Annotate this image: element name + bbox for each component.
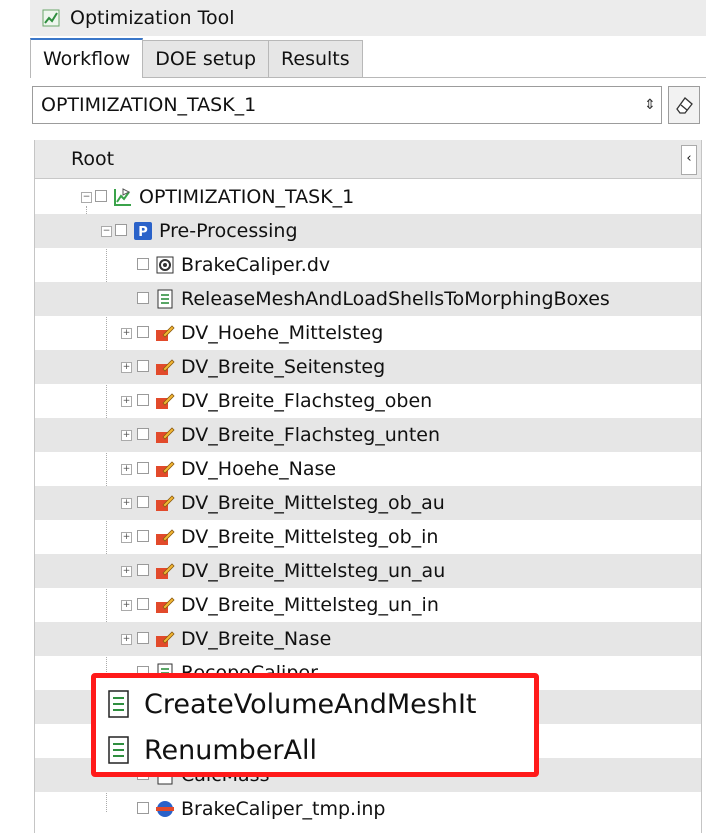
script-icon <box>108 736 129 764</box>
tree-item-label: DV_Breite_Mittelsteg_un_au <box>181 560 446 582</box>
design-variable-icon <box>156 529 175 545</box>
tree-item-design-variable[interactable]: + DV_Breite_Seitensteg <box>35 350 701 384</box>
callout-item-label: RenumberAll <box>144 734 318 766</box>
checkbox[interactable] <box>115 224 127 236</box>
checkbox[interactable] <box>137 530 149 542</box>
eraser-icon <box>676 97 693 114</box>
collapse-icon[interactable]: − <box>101 226 112 237</box>
tree-item-label: ReleaseMeshAndLoadShellsToMorphingBoxes <box>181 288 610 310</box>
collapse-panel-button[interactable]: ‹ <box>681 145 697 175</box>
tab-doe-setup[interactable]: DOE setup <box>142 40 270 77</box>
tree-item-label: OPTIMIZATION_TASK_1 <box>139 186 355 208</box>
script-icon <box>108 690 129 718</box>
checkbox[interactable] <box>137 462 149 474</box>
tree-header: Root ‹ <box>35 140 701 179</box>
checkbox[interactable] <box>137 428 149 440</box>
tree-header-label: Root <box>71 148 115 170</box>
tree-item-design-variable[interactable]: + DV_Hoehe_Mittelsteg <box>35 316 701 350</box>
checkbox[interactable] <box>137 394 149 406</box>
preprocessing-icon: P <box>134 222 152 240</box>
design-variable-icon <box>156 393 175 409</box>
tree-item-label: DV_Breite_Mittelsteg_ob_au <box>181 492 445 514</box>
tree-item-release-mesh-script[interactable]: ReleaseMeshAndLoadShellsToMorphingBoxes <box>35 282 701 316</box>
tree-item-dv-file[interactable]: BrakeCaliper.dv <box>35 248 701 282</box>
tree-item-design-variable[interactable]: + DV_Hoehe_Nase <box>35 452 701 486</box>
design-variable-icon <box>156 461 175 477</box>
tab-workflow[interactable]: Workflow <box>30 38 144 78</box>
expand-icon[interactable]: + <box>121 430 132 441</box>
collapse-icon[interactable]: − <box>81 192 92 203</box>
design-variable-icon <box>156 563 175 579</box>
expand-icon[interactable]: + <box>121 328 132 339</box>
tree-item-pre-processing[interactable]: − P Pre-Processing <box>35 214 701 248</box>
tree-item-label: DV_Breite_Nase <box>181 628 332 650</box>
checkbox[interactable] <box>137 360 149 372</box>
callout-item-create-volume[interactable]: CreateVolumeAndMeshIt <box>106 682 477 726</box>
optimization-tool-icon <box>42 9 60 27</box>
tree-item-label: BrakeCaliper_tmp.inp <box>181 798 386 820</box>
tree-item-design-variable[interactable]: + DV_Breite_Flachsteg_unten <box>35 418 701 452</box>
checkbox[interactable] <box>137 632 149 644</box>
tree-item-label: DV_Breite_Flachsteg_unten <box>181 424 441 446</box>
tree-item-design-variable[interactable]: + DV_Breite_Nase <box>35 622 701 656</box>
window-titlebar: Optimization Tool <box>30 0 706 36</box>
checkbox[interactable] <box>137 496 149 508</box>
design-variable-icon <box>156 359 175 375</box>
checkbox[interactable] <box>137 802 149 814</box>
expand-icon[interactable]: + <box>121 362 132 373</box>
script-icon <box>157 289 173 309</box>
solver-input-icon <box>156 801 174 817</box>
design-variable-icon <box>156 495 175 511</box>
tree-item-optimization-task[interactable]: − OPTIMIZATION_TASK_1 <box>35 180 701 214</box>
svg-text:P: P <box>138 225 148 240</box>
task-icon <box>114 188 131 206</box>
tree-item-design-variable[interactable]: + DV_Breite_Mittelsteg_un_in <box>35 588 701 622</box>
tree-item-design-variable[interactable]: + DV_Breite_Mittelsteg_un_au <box>35 554 701 588</box>
tree-item-design-variable[interactable]: + DV_Breite_Flachsteg_oben <box>35 384 701 418</box>
tab-results[interactable]: Results <box>268 40 363 77</box>
checkbox[interactable] <box>137 292 149 304</box>
callout-item-label: CreateVolumeAndMeshIt <box>144 688 477 720</box>
window-title: Optimization Tool <box>70 7 235 29</box>
tree-item-label: DV_Breite_Seitensteg <box>181 356 386 378</box>
expand-icon[interactable]: + <box>121 532 132 543</box>
highlight-callout: CreateVolumeAndMeshIt RenumberAll <box>91 673 539 777</box>
spin-arrows-icon: ⇕ <box>644 97 656 113</box>
tree-item-label: DV_Hoehe_Nase <box>181 458 337 480</box>
callout-item-renumber[interactable]: RenumberAll <box>106 728 317 772</box>
tree-item-label: DV_Breite_Mittelsteg_ob_in <box>181 526 439 548</box>
tree-item-label: Pre-Processing <box>159 220 298 242</box>
design-variable-icon <box>156 325 175 341</box>
design-variable-icon <box>156 631 175 647</box>
expand-icon[interactable]: + <box>121 634 132 645</box>
expand-icon[interactable]: + <box>121 498 132 509</box>
tree-item-label: BrakeCaliper.dv <box>181 254 331 276</box>
checkbox[interactable] <box>137 258 149 270</box>
expand-icon[interactable]: + <box>121 464 132 475</box>
tree-item-label: DV_Hoehe_Mittelsteg <box>181 322 384 344</box>
checkbox[interactable] <box>95 190 107 202</box>
tab-bar: Workflow DOE setup Results <box>30 38 363 78</box>
eraser-button[interactable] <box>668 86 700 124</box>
expand-icon[interactable]: + <box>121 600 132 611</box>
checkbox[interactable] <box>137 326 149 338</box>
checkbox[interactable] <box>137 598 149 610</box>
dv-file-icon <box>156 256 174 274</box>
tree-item-label: DV_Breite_Flachsteg_oben <box>181 390 433 412</box>
task-select[interactable]: OPTIMIZATION_TASK_1 ⇕ <box>32 86 662 124</box>
expand-icon[interactable]: + <box>121 396 132 407</box>
tree-item-label: DV_Breite_Mittelsteg_un_in <box>181 594 439 616</box>
task-select-value: OPTIMIZATION_TASK_1 <box>41 94 257 116</box>
design-variable-icon <box>156 427 175 443</box>
tree-item-design-variable[interactable]: + DV_Breite_Mittelsteg_ob_au <box>35 486 701 520</box>
tree-item-solver-input[interactable]: BrakeCaliper_tmp.inp <box>35 792 701 826</box>
tree-item-design-variable[interactable]: + DV_Breite_Mittelsteg_ob_in <box>35 520 701 554</box>
design-variable-icon <box>156 597 175 613</box>
expand-icon[interactable]: + <box>121 566 132 577</box>
checkbox[interactable] <box>137 564 149 576</box>
